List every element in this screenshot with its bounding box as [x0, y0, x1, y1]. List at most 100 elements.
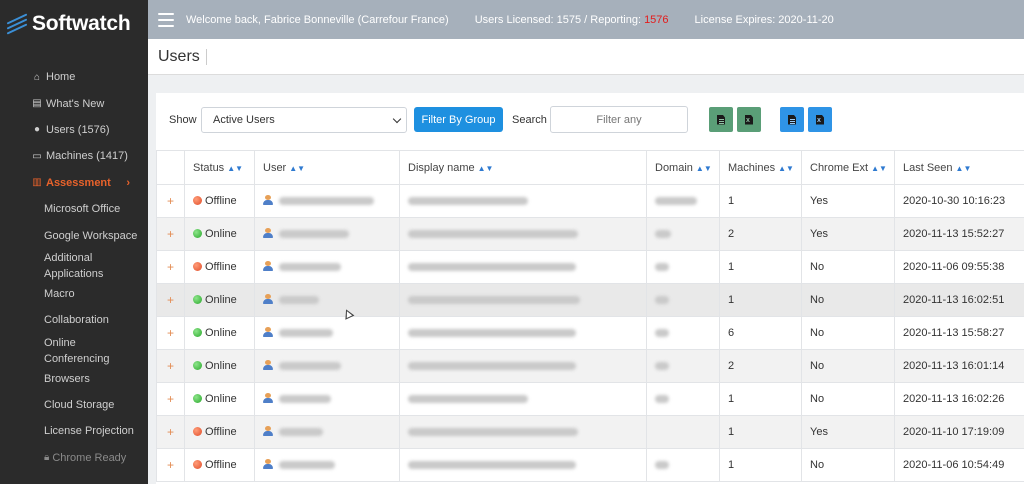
status-cell: Offline: [184, 448, 255, 482]
filter-by-group-button[interactable]: Filter By Group: [414, 107, 503, 132]
user-cell[interactable]: [254, 382, 400, 416]
status-cell: Online: [184, 283, 255, 317]
sort-icon: ▲▼: [871, 163, 887, 173]
export-csv-button[interactable]: [709, 107, 733, 132]
sidebar-subitem-microsoft-office[interactable]: Microsoft Office: [0, 196, 148, 222]
column-header-machines[interactable]: Machines ▲▼: [719, 150, 802, 185]
redacted-domain: [655, 263, 669, 272]
table-row[interactable]: + Offline 1 No 2020-11-06 09:55:38: [156, 250, 1024, 284]
domain-cell: [646, 349, 720, 383]
sidebar-subitem-macro[interactable]: Macro: [0, 281, 148, 307]
redacted-domain: [655, 329, 669, 338]
last-seen-cell: 2020-11-06 10:54:49: [894, 448, 1024, 482]
user-cell[interactable]: [254, 217, 400, 251]
sidebar-subitem-cloud-storage[interactable]: Cloud Storage: [0, 392, 148, 418]
sidebar-subitem-google-workspace[interactable]: Google Workspace: [0, 222, 148, 248]
expand-row-icon[interactable]: +: [156, 382, 185, 416]
redacted-display-name: [408, 230, 578, 239]
expand-row-icon[interactable]: +: [156, 184, 185, 218]
export-excel-button[interactable]: x: [737, 107, 761, 132]
redacted-username: [279, 296, 319, 305]
domain-cell: [646, 316, 720, 350]
sort-icon: ▲▼: [289, 163, 306, 173]
show-select[interactable]: Active Users: [201, 107, 407, 133]
user-cell[interactable]: [254, 316, 400, 350]
sort-icon: ▲▼: [695, 163, 712, 173]
sidebar-subitem-online-conferencing[interactable]: Online Conferencing: [0, 334, 120, 366]
user-cell[interactable]: [254, 184, 400, 218]
redacted-username: [279, 428, 323, 437]
chrome-ext-cell: No: [801, 250, 895, 284]
expand-row-icon[interactable]: +: [156, 448, 185, 482]
display-name-cell: [399, 283, 647, 317]
domain-cell: [646, 217, 720, 251]
user-cell[interactable]: [254, 415, 400, 449]
sidebar-item-machines[interactable]: ▭ Machines (1417): [0, 143, 148, 169]
sidebar-subitem-browsers[interactable]: Browsers: [0, 366, 148, 392]
user-cell[interactable]: [254, 349, 400, 383]
table-row[interactable]: + Offline 1 Yes 2020-11-10 17:19:09: [156, 415, 1024, 449]
column-header-status[interactable]: Status ▲▼: [184, 150, 255, 185]
table-row[interactable]: + Offline 1 No 2020-11-06 10:54:49: [156, 448, 1024, 482]
logo[interactable]: Softwatch: [0, 0, 148, 48]
status-cell: Offline: [184, 415, 255, 449]
user-icon: [263, 426, 273, 436]
table-header-row: Status ▲▼ User ▲▼ Display name ▲▼ Domain ▲▼ …: [156, 150, 1024, 185]
status-cell: Offline: [184, 184, 255, 218]
table-row[interactable]: + Online 2 No 2020-11-13 16:01:14: [156, 349, 1024, 383]
user-icon: [263, 228, 273, 238]
table-row[interactable]: + Online 1 No 2020-11-13 16:02:51: [156, 283, 1024, 317]
sidebar-item-label: Assessment: [46, 176, 111, 189]
user-cell[interactable]: [254, 448, 400, 482]
sidebar-item-home[interactable]: ⌂ Home: [0, 64, 148, 90]
chrome-ext-cell: Yes: [801, 415, 895, 449]
sidebar-item-assessment[interactable]: ▥ Assessment ›: [0, 170, 148, 196]
table-row[interactable]: + Offline 1 Yes 2020-10-30 10:16:23: [156, 184, 1024, 218]
expand-row-icon[interactable]: +: [156, 349, 185, 383]
sidebar-subitem-chrome-ready[interactable]: 🔒︎ Chrome Ready: [0, 445, 148, 471]
expand-row-icon[interactable]: +: [156, 250, 185, 284]
table-row[interactable]: + Online 2 Yes 2020-11-13 15:52:27: [156, 217, 1024, 251]
sidebar-item-whats-new[interactable]: ▤ What's New: [0, 90, 148, 116]
chrome-ext-cell: No: [801, 349, 895, 383]
hamburger-menu-icon[interactable]: [158, 12, 174, 27]
sidebar-subitem-collaboration[interactable]: Collaboration: [0, 307, 148, 333]
sidebar-item-users[interactable]: ● Users (1576): [0, 117, 148, 143]
expand-row-icon[interactable]: +: [156, 415, 185, 449]
filter-bar: Show Active Users Filter By Group Search…: [156, 93, 1024, 148]
reporting-count: 1576: [644, 13, 669, 26]
last-seen-cell: 2020-10-30 10:16:23: [894, 184, 1024, 218]
expand-row-icon[interactable]: +: [156, 217, 185, 251]
display-name-cell: [399, 316, 647, 350]
sidebar-item-label: Home: [46, 71, 76, 84]
domain-cell: [646, 184, 720, 218]
table-row[interactable]: + Online 6 No 2020-11-13 15:58:27: [156, 316, 1024, 350]
last-seen-cell: 2020-11-13 16:02:51: [894, 283, 1024, 317]
sidebar-item-label: Machines (1417): [46, 150, 128, 163]
sidebar-subitem-license-projection[interactable]: License Projection: [0, 418, 148, 444]
column-header-display-name[interactable]: Display name ▲▼: [399, 150, 647, 185]
column-header-domain[interactable]: Domain ▲▼: [646, 150, 720, 185]
sidebar-subitem-label: Chrome Ready: [52, 451, 127, 464]
user-icon: [263, 360, 273, 370]
expand-row-icon[interactable]: +: [156, 316, 185, 350]
expand-row-icon[interactable]: +: [156, 283, 185, 317]
export-excel-all-button[interactable]: x: [808, 107, 832, 132]
column-header-user[interactable]: User ▲▼: [254, 150, 400, 185]
status-cell: Online: [184, 382, 255, 416]
sidebar-subitem-additional-applications[interactable]: Additional Applications: [0, 249, 120, 281]
column-header-chrome-ext[interactable]: Chrome Ext ▲▼: [801, 150, 895, 185]
table-row[interactable]: + Online 1 No 2020-11-13 16:02:26: [156, 382, 1024, 416]
redacted-username: [279, 362, 341, 371]
search-input[interactable]: [550, 106, 688, 133]
redacted-display-name: [408, 197, 528, 206]
machines-cell: 1: [719, 382, 802, 416]
user-cell[interactable]: [254, 250, 400, 284]
user-cell[interactable]: [254, 283, 400, 317]
column-header-last-seen[interactable]: Last Seen ▲▼: [894, 150, 1024, 185]
online-status-icon: [193, 328, 202, 337]
online-status-icon: [193, 361, 202, 370]
top-header: Welcome back, Fabrice Bonneville (Carref…: [148, 0, 1024, 39]
page-title-bar: Users: [148, 39, 1024, 75]
export-csv-all-button[interactable]: [780, 107, 804, 132]
